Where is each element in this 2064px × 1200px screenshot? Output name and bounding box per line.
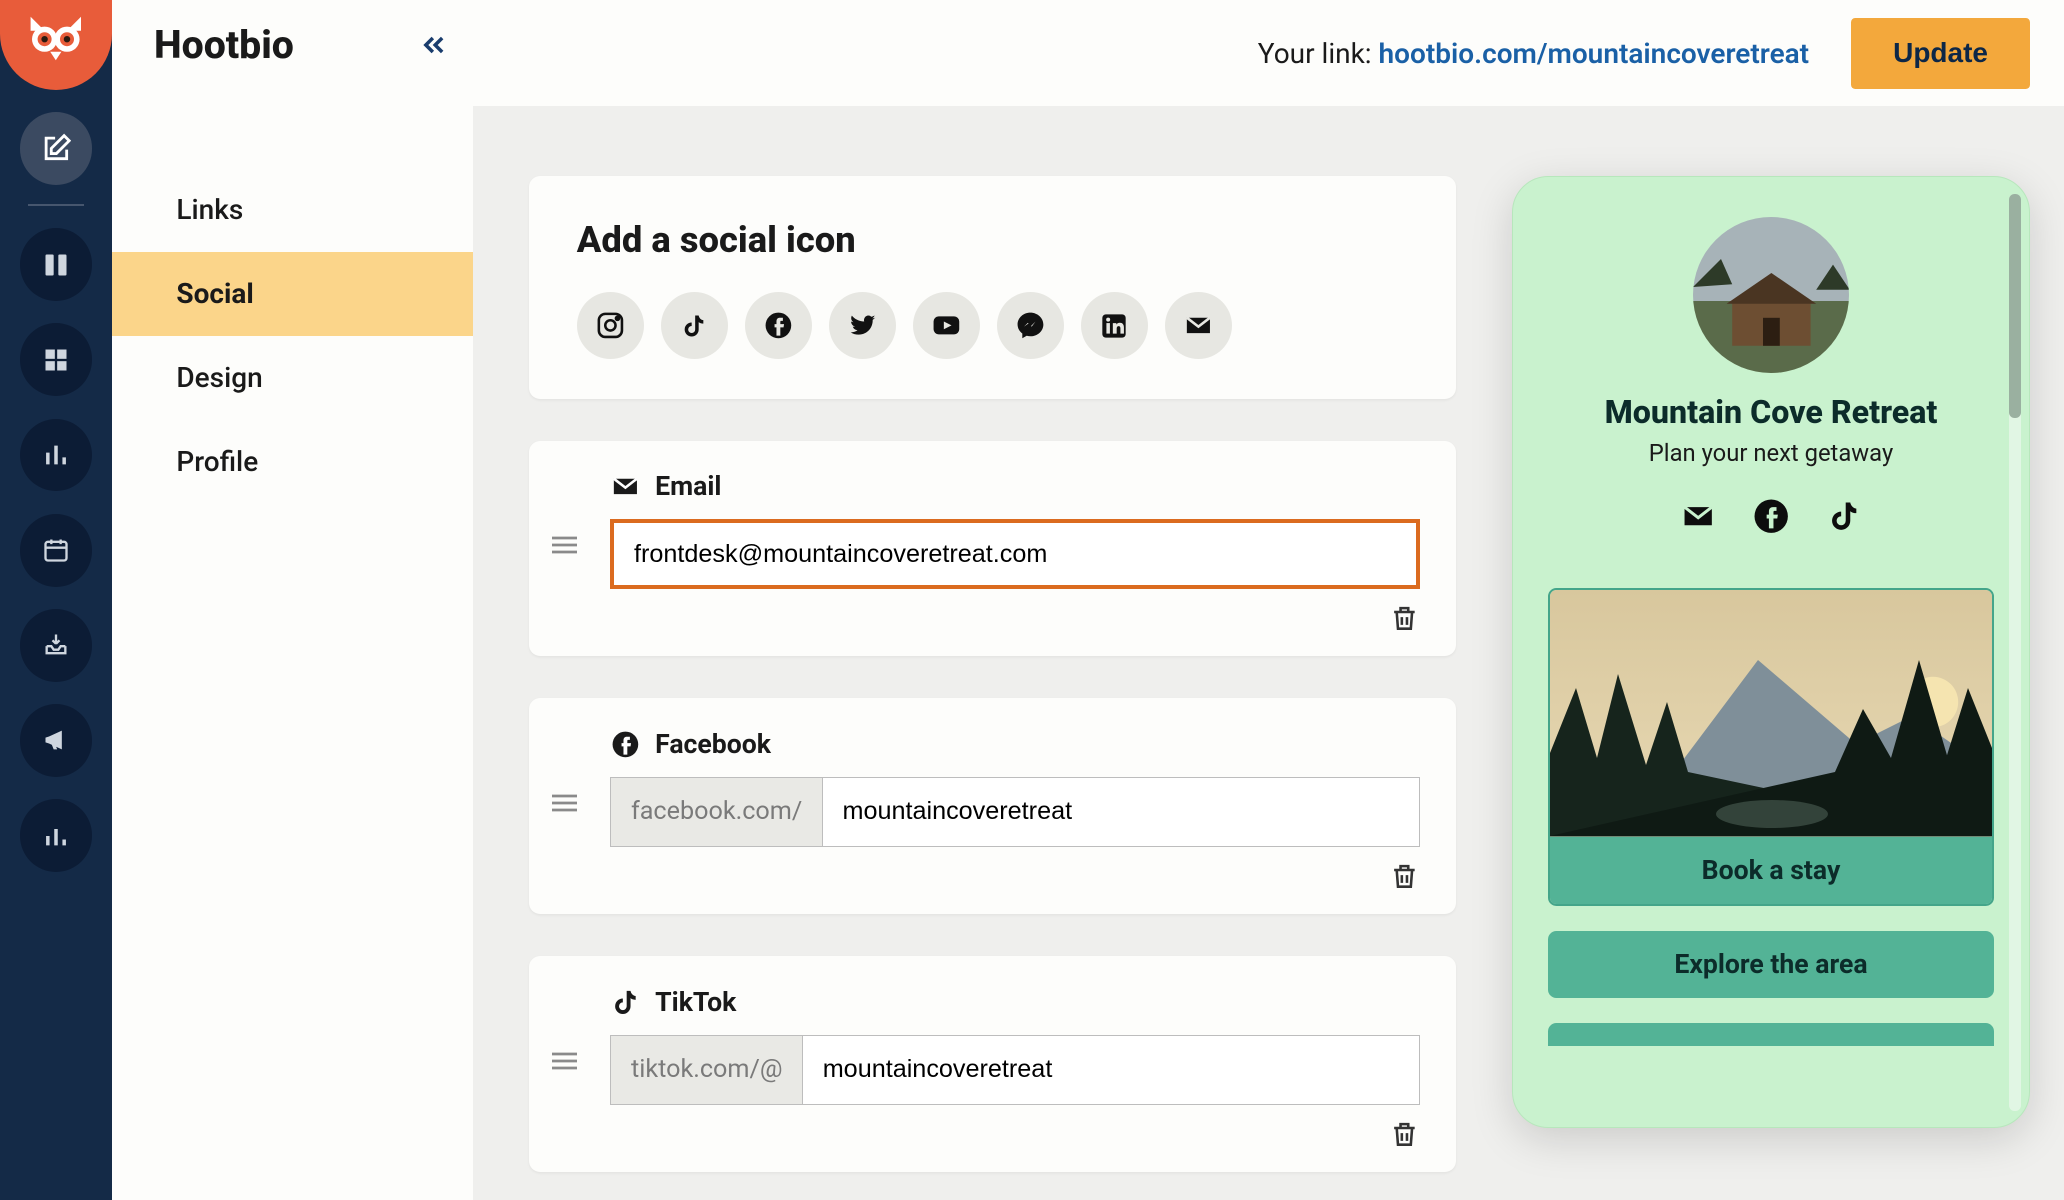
youtube-icon: [931, 310, 962, 341]
linkedin-icon: [1100, 312, 1128, 340]
trash-icon: [1389, 861, 1420, 892]
preview-scrollbar-thumb[interactable]: [2009, 194, 2020, 418]
drag-handle[interactable]: [552, 792, 577, 820]
add-tiktok[interactable]: [661, 292, 728, 359]
owl-icon: [25, 14, 87, 76]
tiktok-input[interactable]: [803, 1036, 1419, 1104]
tiktok-prefix: tiktok.com/@: [611, 1036, 803, 1104]
preview-tagline: Plan your next getaway: [1649, 439, 1893, 467]
add-messenger[interactable]: [997, 292, 1064, 359]
chart-icon: [42, 822, 70, 850]
sidebar-item-links[interactable]: Links: [112, 168, 473, 252]
tiktok-icon: [680, 312, 708, 340]
add-twitter[interactable]: [829, 292, 896, 359]
twitter-icon: [847, 310, 878, 341]
rail-amplify[interactable]: [20, 704, 93, 777]
compose-icon: [41, 133, 72, 164]
streams-icon: [42, 251, 70, 279]
preview-tiktok-icon[interactable]: [1826, 498, 1862, 540]
delete-email[interactable]: [1389, 603, 1420, 634]
preview-link-card-1[interactable]: Book a stay: [1548, 588, 1993, 906]
field-label-facebook: Facebook: [610, 729, 1419, 760]
topbar: Your link: hootbio.com/mountaincoveretre…: [473, 0, 2063, 106]
inbox-icon: [42, 631, 70, 659]
preview-link-2-label: Explore the area: [1674, 949, 1867, 980]
calendar-icon: [42, 536, 70, 564]
add-youtube[interactable]: [913, 292, 980, 359]
preview-scrollbar-track[interactable]: [2009, 194, 2020, 1110]
delete-tiktok[interactable]: [1389, 1119, 1420, 1150]
facebook-input[interactable]: [823, 778, 1419, 846]
delete-facebook[interactable]: [1389, 861, 1420, 892]
sidebar-collapse[interactable]: [420, 31, 448, 65]
sidebar-item-label: Profile: [176, 445, 258, 478]
rail-dashboard[interactable]: [20, 323, 93, 396]
facebook-prefix: facebook.com/: [611, 778, 823, 846]
drag-icon: [552, 1050, 577, 1072]
chevron-double-left-icon: [420, 31, 448, 59]
social-entry-facebook: Facebook facebook.com/: [529, 698, 1456, 914]
sidebar: Hootbio Links Social Design Profile: [112, 0, 473, 1200]
drag-handle[interactable]: [552, 1050, 577, 1078]
update-button[interactable]: Update: [1851, 18, 2030, 89]
facebook-icon: [610, 729, 641, 760]
field-label-tiktok: TikTok: [610, 987, 1419, 1018]
link-url[interactable]: hootbio.com/mountaincoveretreat: [1379, 37, 1810, 70]
preview-avatar: [1693, 217, 1850, 374]
add-social-panel: Add a social icon: [529, 176, 1456, 398]
preview-name: Mountain Cove Retreat: [1605, 393, 1938, 431]
social-entry-tiktok: TikTok tiktok.com/@: [529, 956, 1456, 1172]
email-icon: [610, 471, 641, 502]
preview-link-3-peek[interactable]: [1548, 1023, 1993, 1045]
email-icon: [1680, 498, 1716, 534]
trash-icon: [1389, 603, 1420, 634]
drag-icon: [552, 534, 577, 556]
tiktok-icon: [1826, 498, 1862, 534]
sidebar-item-design[interactable]: Design: [112, 336, 473, 420]
rail-calendar[interactable]: [20, 514, 93, 587]
add-linkedin[interactable]: [1081, 292, 1148, 359]
rail-compose[interactable]: [20, 112, 93, 185]
preview-phone: Mountain Cove Retreat Plan your next get…: [1512, 176, 2030, 1128]
bars-icon: [42, 441, 70, 469]
rail-divider: [28, 204, 84, 205]
link-label: Your link:: [1258, 37, 1372, 70]
preview-facebook-icon[interactable]: [1753, 498, 1789, 540]
trash-icon: [1389, 1119, 1420, 1150]
add-instagram[interactable]: [577, 292, 644, 359]
sidebar-item-social[interactable]: Social: [112, 252, 473, 336]
drag-handle[interactable]: [552, 534, 577, 562]
sidebar-item-profile[interactable]: Profile: [112, 420, 473, 504]
email-input[interactable]: [614, 523, 1415, 585]
preview-link-image: [1550, 590, 1991, 836]
brand: Hootbio: [154, 22, 294, 68]
main: Your link: hootbio.com/mountaincoveretre…: [473, 0, 2063, 1200]
add-social-title: Add a social icon: [577, 218, 1409, 261]
email-icon: [1183, 310, 1214, 341]
grid-icon: [42, 346, 70, 374]
sidebar-item-label: Links: [176, 193, 243, 226]
sidebar-item-label: Design: [176, 361, 262, 394]
field-label-email: Email: [610, 471, 1419, 502]
add-facebook[interactable]: [745, 292, 812, 359]
add-email[interactable]: [1165, 292, 1232, 359]
app-logo[interactable]: [0, 0, 112, 90]
preview-link-2[interactable]: Explore the area: [1548, 931, 1993, 998]
sidebar-item-label: Social: [176, 277, 253, 310]
drag-icon: [552, 792, 577, 814]
rail-insights[interactable]: [20, 799, 93, 872]
preview-email-icon[interactable]: [1680, 498, 1716, 540]
megaphone-icon: [42, 726, 70, 754]
facebook-icon: [763, 310, 794, 341]
facebook-icon: [1753, 498, 1789, 534]
tiktok-icon: [610, 987, 641, 1018]
preview-link-1-label: Book a stay: [1550, 837, 1991, 904]
instagram-icon: [595, 310, 626, 341]
social-entry-email: Email: [529, 441, 1456, 657]
rail-streams[interactable]: [20, 228, 93, 301]
rail-analytics[interactable]: [20, 419, 93, 492]
nav-rail: [0, 0, 112, 1200]
rail-inbox[interactable]: [20, 609, 93, 682]
messenger-icon: [1015, 310, 1046, 341]
